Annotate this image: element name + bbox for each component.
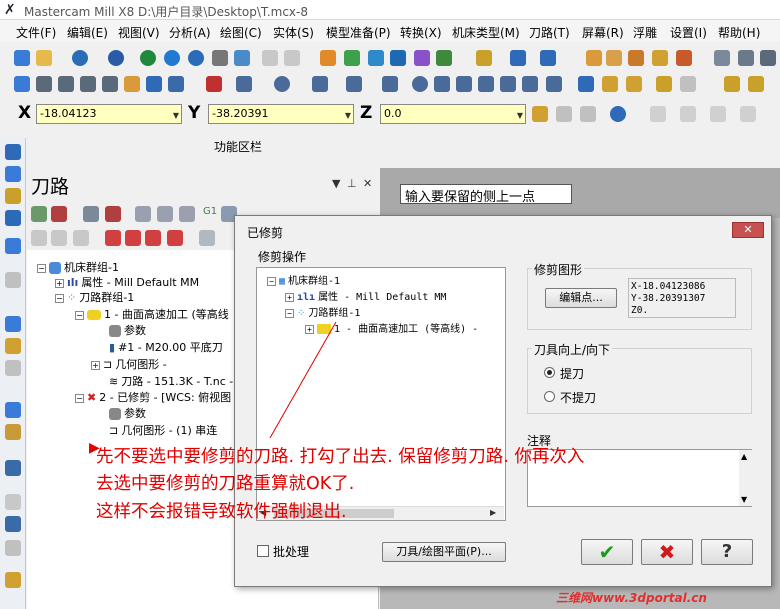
annotation-line-1: 先不要选中要修剪的刀路. 打勾了出去. 保留修剪刀路. 你再次入 [96,447,585,467]
annotation-line-2: 去选中要修剪的刀路重算就OK了. [96,474,355,494]
watermark: 三维网www.3dportal.cn [556,591,707,605]
annotation-line-3: 这样不会报错导致软件强制退出. [96,502,347,522]
annotation-arrow-line [269,321,337,439]
